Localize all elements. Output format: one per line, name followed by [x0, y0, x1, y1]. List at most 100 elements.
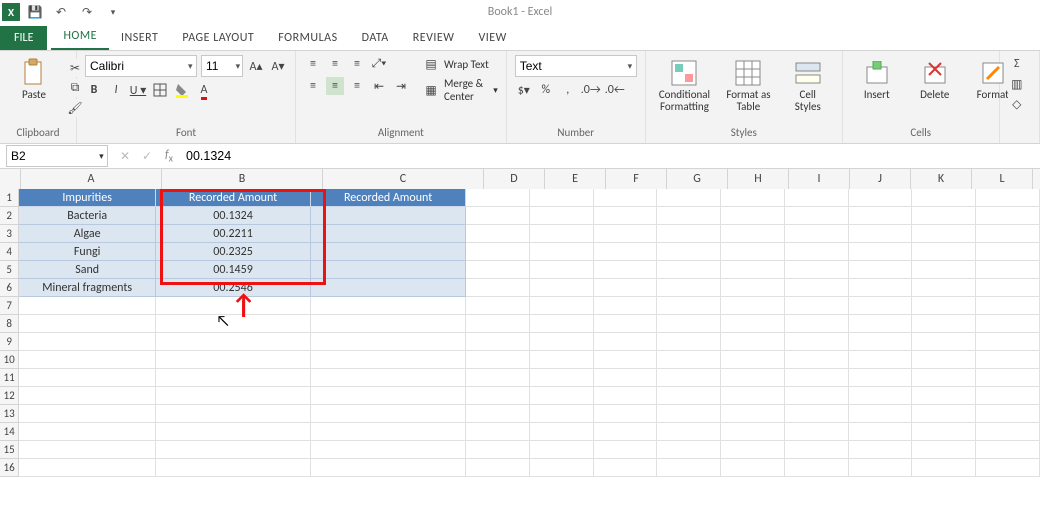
- bold-button[interactable]: B: [85, 81, 103, 99]
- cell-F6[interactable]: [594, 279, 658, 297]
- column-header-E[interactable]: E: [545, 169, 606, 190]
- row-header[interactable]: 4: [0, 243, 19, 261]
- cell-A11[interactable]: [19, 369, 156, 387]
- cell-C7[interactable]: [311, 297, 466, 315]
- cell-C9[interactable]: [311, 333, 466, 351]
- cell-L16[interactable]: [976, 459, 1040, 477]
- cell-H9[interactable]: [721, 333, 785, 351]
- row-header[interactable]: 15: [0, 441, 19, 459]
- cell-G1[interactable]: [657, 189, 721, 207]
- cell-J10[interactable]: [849, 351, 913, 369]
- cell-F16[interactable]: [594, 459, 658, 477]
- cell-I6[interactable]: [785, 279, 849, 297]
- cell-J5[interactable]: [849, 261, 913, 279]
- cell-L13[interactable]: [976, 405, 1040, 423]
- cell-G2[interactable]: [657, 207, 721, 225]
- cell-H5[interactable]: [721, 261, 785, 279]
- cell-I16[interactable]: [785, 459, 849, 477]
- cell-C16[interactable]: [311, 459, 466, 477]
- cell-I5[interactable]: [785, 261, 849, 279]
- cell-D13[interactable]: [466, 405, 530, 423]
- cell-H15[interactable]: [721, 441, 785, 459]
- save-icon[interactable]: 💾: [24, 2, 46, 22]
- cell-J13[interactable]: [849, 405, 913, 423]
- autosum-icon[interactable]: Σ: [1008, 55, 1026, 73]
- cell-J15[interactable]: [849, 441, 913, 459]
- cell-E8[interactable]: [530, 315, 594, 333]
- cell-C6[interactable]: [311, 279, 466, 297]
- cell-E15[interactable]: [530, 441, 594, 459]
- cell-C11[interactable]: [311, 369, 466, 387]
- cell-K10[interactable]: [912, 351, 976, 369]
- spreadsheet-grid[interactable]: ABCDEFGHIJKL 1ImpuritiesRecorded AmountR…: [0, 169, 1040, 515]
- cell-F2[interactable]: [594, 207, 658, 225]
- row-header[interactable]: 1: [0, 189, 19, 207]
- cell-D15[interactable]: [466, 441, 530, 459]
- column-header-A[interactable]: A: [21, 169, 162, 190]
- comma-format-icon[interactable]: ,: [559, 81, 577, 99]
- cell-K12[interactable]: [912, 387, 976, 405]
- tab-home[interactable]: HOME: [51, 24, 109, 50]
- cell-H11[interactable]: [721, 369, 785, 387]
- column-header-G[interactable]: G: [667, 169, 728, 190]
- column-header-L[interactable]: L: [972, 169, 1033, 190]
- orientation-icon[interactable]: ⤢▾: [370, 55, 388, 73]
- cell-G15[interactable]: [657, 441, 721, 459]
- cell-F5[interactable]: [594, 261, 658, 279]
- cell-K16[interactable]: [912, 459, 976, 477]
- cell-I7[interactable]: [785, 297, 849, 315]
- cell-L14[interactable]: [976, 423, 1040, 441]
- tab-view[interactable]: VIEW: [466, 26, 518, 50]
- row-header[interactable]: 12: [0, 387, 19, 405]
- cell-B16[interactable]: [156, 459, 311, 477]
- clear-icon[interactable]: ◇: [1008, 95, 1026, 113]
- cell-I8[interactable]: [785, 315, 849, 333]
- chevron-down-icon[interactable]: ▾: [493, 85, 498, 96]
- cell-D6[interactable]: [466, 279, 530, 297]
- cell-K8[interactable]: [912, 315, 976, 333]
- cell-F13[interactable]: [594, 405, 658, 423]
- decrease-font-icon[interactable]: A▾: [269, 57, 287, 75]
- cell-F3[interactable]: [594, 225, 658, 243]
- cell-I13[interactable]: [785, 405, 849, 423]
- column-header-F[interactable]: F: [606, 169, 667, 190]
- underline-button[interactable]: U ▾: [129, 81, 147, 99]
- cell-F12[interactable]: [594, 387, 658, 405]
- align-bottom-icon[interactable]: ≡: [348, 55, 366, 73]
- cell-I14[interactable]: [785, 423, 849, 441]
- cell-G7[interactable]: [657, 297, 721, 315]
- cell-B9[interactable]: [156, 333, 311, 351]
- cell-E1[interactable]: [530, 189, 594, 207]
- cell-E2[interactable]: [530, 207, 594, 225]
- font-name-combo[interactable]: ▾: [85, 55, 197, 77]
- fill-color-icon[interactable]: [173, 81, 191, 99]
- cell-F14[interactable]: [594, 423, 658, 441]
- cell-C5[interactable]: [311, 261, 466, 279]
- row-header[interactable]: 5: [0, 261, 19, 279]
- cell-D12[interactable]: [466, 387, 530, 405]
- cell-C10[interactable]: [311, 351, 466, 369]
- cell-J2[interactable]: [849, 207, 913, 225]
- chevron-down-icon[interactable]: ▾: [184, 61, 196, 72]
- column-header-K[interactable]: K: [911, 169, 972, 190]
- cell-A16[interactable]: [19, 459, 156, 477]
- cell-B14[interactable]: [156, 423, 311, 441]
- cell-F4[interactable]: [594, 243, 658, 261]
- cell-I15[interactable]: [785, 441, 849, 459]
- cell-H16[interactable]: [721, 459, 785, 477]
- cell-G10[interactable]: [657, 351, 721, 369]
- cell-K13[interactable]: [912, 405, 976, 423]
- cell-D1[interactable]: [466, 189, 530, 207]
- cell-A9[interactable]: [19, 333, 156, 351]
- cell-C13[interactable]: [311, 405, 466, 423]
- cell-J4[interactable]: [849, 243, 913, 261]
- cell-K3[interactable]: [912, 225, 976, 243]
- cell-L7[interactable]: [976, 297, 1040, 315]
- cell-A7[interactable]: [19, 297, 156, 315]
- cell-I12[interactable]: [785, 387, 849, 405]
- cell-I3[interactable]: [785, 225, 849, 243]
- tab-review[interactable]: REVIEW: [401, 26, 467, 50]
- cell-A14[interactable]: [19, 423, 156, 441]
- cell-H3[interactable]: [721, 225, 785, 243]
- cell-D16[interactable]: [466, 459, 530, 477]
